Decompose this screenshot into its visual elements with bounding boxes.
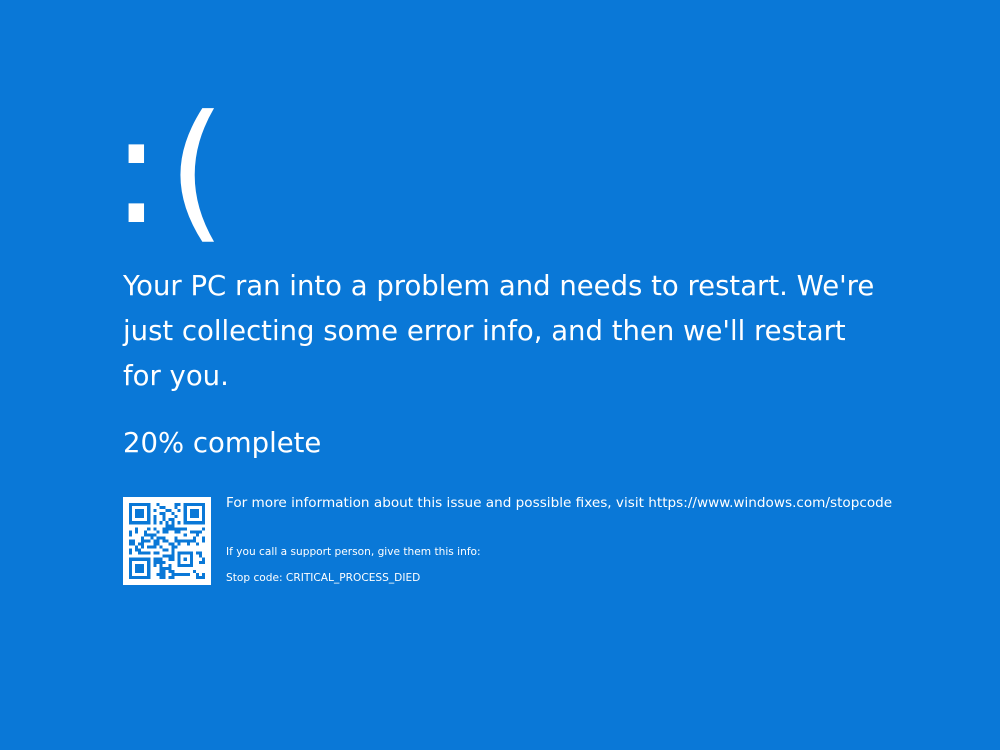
sad-face-emoticon: :( (111, 84, 233, 258)
progress-text: 20% complete (123, 421, 321, 466)
stop-code-text: Stop code: CRITICAL_PROCESS_DIED (226, 572, 421, 584)
qr-code-icon (123, 497, 211, 585)
bsod-screen: :( Your PC ran into a problem and needs … (0, 0, 1000, 750)
progress-percent: 20% (123, 427, 185, 459)
qr-code-graphic (129, 503, 205, 579)
error-message: Your PC ran into a problem and needs to … (123, 270, 875, 392)
progress-suffix: complete (192, 427, 322, 459)
more-info-text: For more information about this issue an… (226, 495, 893, 511)
support-info-text: If you call a support person, give them … (226, 546, 481, 558)
